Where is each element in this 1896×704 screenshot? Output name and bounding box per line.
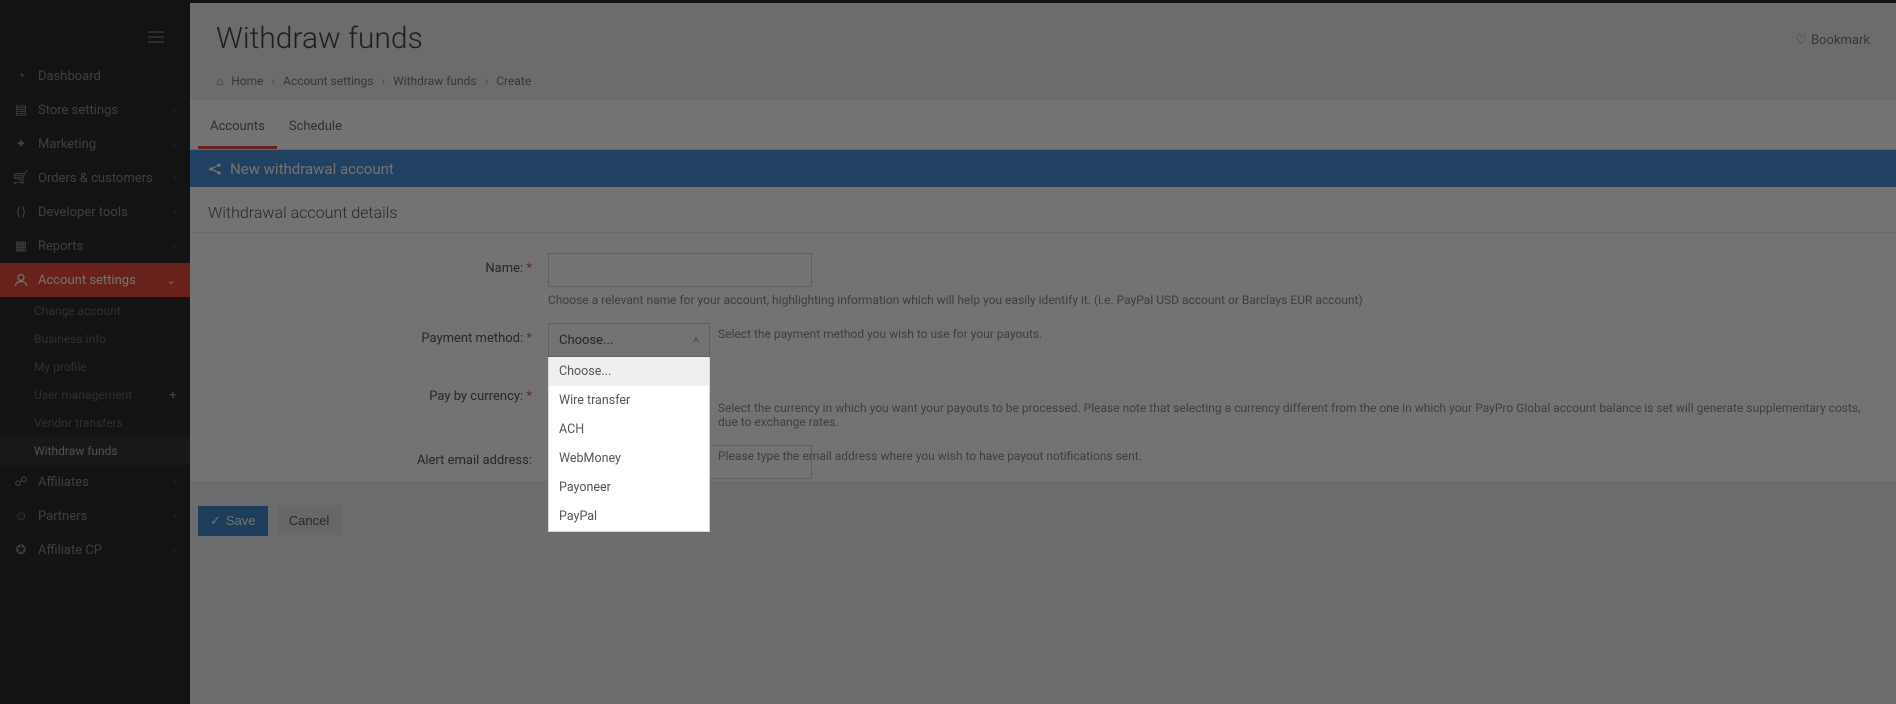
sidebar-item-developer-tools[interactable]: ⟨⟩Developer tools‹: [0, 195, 190, 229]
currency-help: Select the currency in which you want yo…: [718, 401, 1878, 429]
panel-header: New withdrawal account: [190, 150, 1896, 187]
bookmark-link[interactable]: ♡ Bookmark: [1795, 33, 1870, 48]
option-choose[interactable]: Choose...: [549, 357, 709, 386]
sidebar-item-affiliate-cp[interactable]: ✪Affiliate CP‹: [0, 533, 190, 567]
report-icon: ▦: [14, 239, 28, 253]
chevron-left-icon: ‹: [173, 138, 176, 151]
store-icon: ▤: [14, 103, 28, 117]
sidebar-sub-vendor-transfers[interactable]: Vendor transfers: [0, 409, 190, 437]
sidebar-item-reports[interactable]: ▦Reports‹: [0, 229, 190, 263]
plus-icon: +: [169, 388, 176, 402]
chevron-left-icon: ‹: [173, 510, 176, 523]
breadcrumb: ⌂ Home › Account settings › Withdraw fun…: [216, 74, 1870, 100]
sidebar-sub-user-management[interactable]: User management+: [0, 381, 190, 409]
sidebar-sub-withdraw-funds[interactable]: Withdraw funds: [0, 437, 190, 465]
sidebar-toggle-icon[interactable]: [144, 25, 168, 49]
sidebar-sub-change-account[interactable]: Change account: [0, 297, 190, 325]
chevron-up-icon: ˄: [693, 335, 699, 346]
sidebar-item-orders-customers[interactable]: 🛒Orders & customers‹: [0, 161, 190, 195]
tabs: Accounts Schedule: [190, 100, 1896, 150]
home-icon: ⌂: [216, 74, 223, 88]
sidebar: ◔Dashboard ▤Store settings‹ ✦Marketing‹ …: [0, 3, 190, 704]
save-button[interactable]: ✓ Save: [198, 506, 268, 536]
chevron-left-icon: ‹: [173, 476, 176, 489]
option-paypal[interactable]: PayPal: [549, 502, 709, 531]
sidebar-item-dashboard[interactable]: ◔Dashboard: [0, 59, 190, 93]
page-title: Withdraw funds: [216, 21, 1870, 56]
currency-label: Pay by currency: *: [208, 381, 548, 404]
sidebar-item-marketing[interactable]: ✦Marketing‹: [0, 127, 190, 161]
payment-method-select[interactable]: Choose... ˄: [548, 323, 710, 357]
payment-method-help: Select the payment method you wish to us…: [718, 327, 1878, 341]
chevron-left-icon: ‹: [173, 206, 176, 219]
share-icon: [208, 162, 222, 176]
sidebar-sub-my-profile[interactable]: My profile: [0, 353, 190, 381]
payment-method-dropdown: Choose... Wire transfer ACH WebMoney Pay…: [548, 357, 710, 532]
cancel-button[interactable]: Cancel: [277, 505, 341, 535]
sidebar-item-partners[interactable]: ☺Partners‹: [0, 499, 190, 533]
tab-schedule[interactable]: Schedule: [277, 105, 354, 149]
name-input[interactable]: [548, 253, 812, 287]
chevron-left-icon: ‹: [173, 104, 176, 117]
breadcrumb-home[interactable]: Home: [231, 74, 263, 88]
users-icon: ☺: [14, 509, 28, 523]
link-icon: ☍: [14, 475, 28, 489]
chevron-down-icon: ⌄: [167, 274, 176, 287]
gauge-icon: ◔: [14, 69, 28, 83]
section-title: Withdrawal account details: [190, 187, 1896, 233]
chevron-left-icon: ‹: [173, 544, 176, 557]
tab-accounts[interactable]: Accounts: [198, 105, 277, 149]
cart-icon: 🛒: [14, 171, 28, 185]
sidebar-item-affiliates[interactable]: ☍Affiliates‹: [0, 465, 190, 499]
check-icon: ✓: [210, 513, 221, 529]
option-ach[interactable]: ACH: [549, 415, 709, 444]
code-icon: ⟨⟩: [14, 205, 28, 219]
sidebar-item-account-settings[interactable]: Account settings⌄: [0, 263, 190, 297]
alert-email-label: Alert email address:: [208, 445, 548, 468]
chevron-left-icon: ‹: [173, 172, 176, 185]
name-label: Name: *: [208, 253, 548, 276]
option-payoneer[interactable]: Payoneer: [549, 473, 709, 502]
breadcrumb-create: Create: [496, 74, 531, 88]
main-area: Withdraw funds ♡ Bookmark ⌂ Home › Accou…: [190, 3, 1896, 704]
option-webmoney[interactable]: WebMoney: [549, 444, 709, 473]
option-wire-transfer[interactable]: Wire transfer: [549, 386, 709, 415]
sidebar-item-store-settings[interactable]: ▤Store settings‹: [0, 93, 190, 127]
heart-icon: ♡: [1795, 33, 1807, 48]
badge-icon: ✪: [14, 543, 28, 557]
payment-method-label: Payment method: *: [208, 323, 548, 346]
alert-email-help: Please type the email address where you …: [718, 449, 1878, 463]
chevron-left-icon: ‹: [173, 240, 176, 253]
user-icon: [14, 273, 28, 287]
breadcrumb-withdraw-funds[interactable]: Withdraw funds: [393, 74, 477, 88]
sidebar-sub-business-info[interactable]: Business info: [0, 325, 190, 353]
name-help: Choose a relevant name for your account,…: [548, 293, 1878, 307]
megaphone-icon: ✦: [14, 137, 28, 151]
breadcrumb-account-settings[interactable]: Account settings: [283, 74, 373, 88]
